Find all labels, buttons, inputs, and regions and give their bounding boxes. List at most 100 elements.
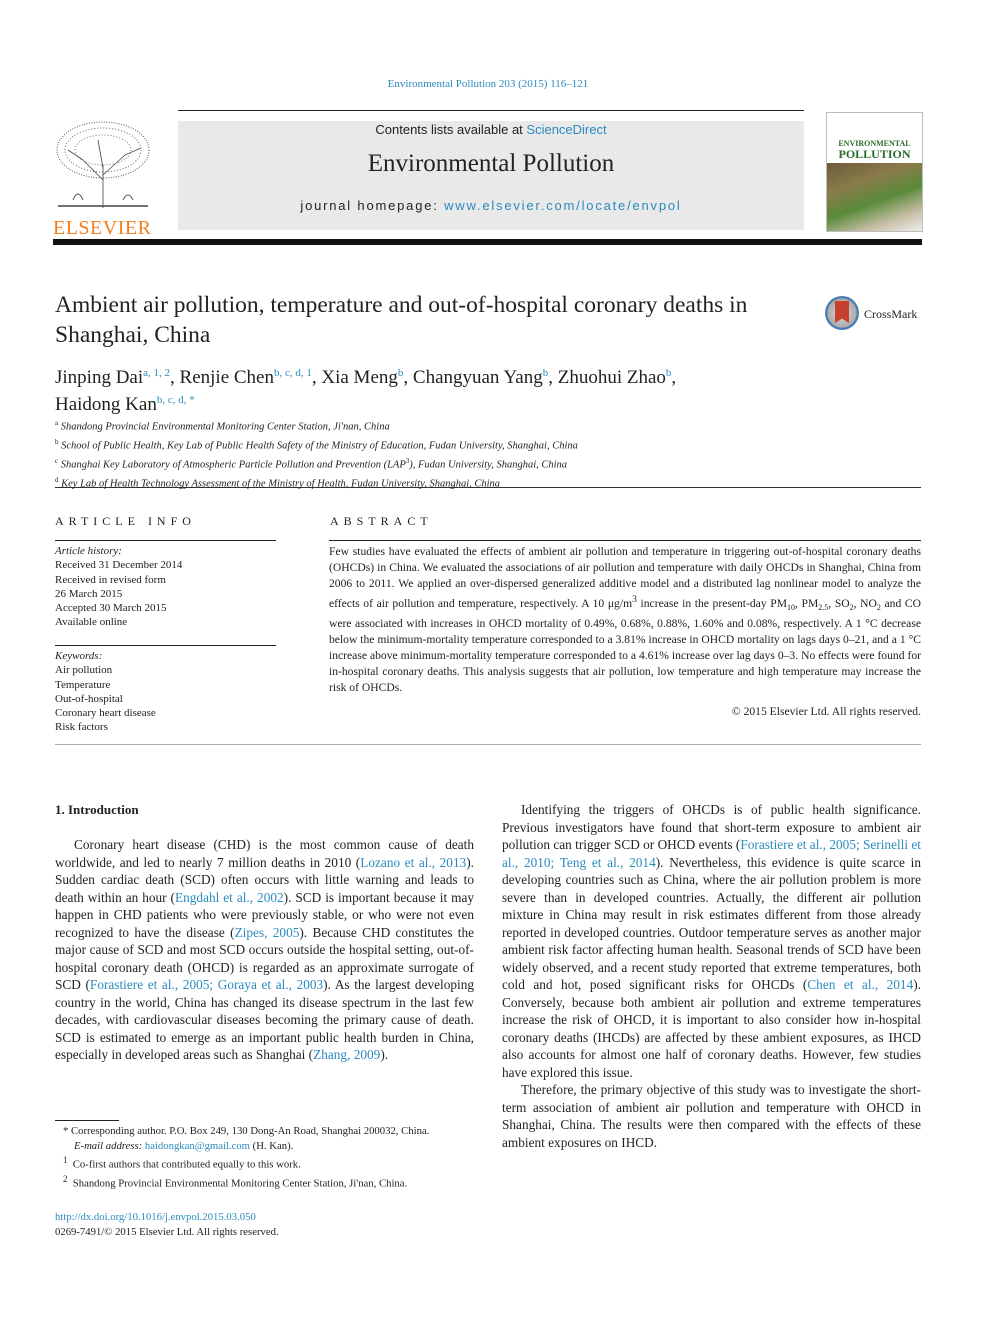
email-suffix: (H. Kan).: [249, 1139, 294, 1152]
citation-link[interactable]: Zipes, 2005: [235, 925, 300, 940]
abstract-copyright: © 2015 Elsevier Ltd. All rights reserved…: [731, 705, 921, 718]
abstract-subscript: 2.5: [818, 603, 829, 613]
abstract-text: Few studies have evaluated the effects o…: [329, 544, 921, 696]
affiliation-text: School of Public Health, Key Lab of Publ…: [61, 440, 578, 452]
abstract-heading: ABSTRACT: [330, 514, 433, 528]
history-item: Received in revised form: [55, 573, 166, 586]
email-label: E-mail address:: [74, 1139, 145, 1152]
abstract-segment: , NO: [853, 596, 877, 610]
author-separator: ,: [403, 367, 413, 388]
footnote-1: 1 Co-first authors that contributed equa…: [55, 1153, 474, 1172]
author-separator: ,: [671, 367, 677, 388]
affiliation-key: a: [55, 419, 59, 427]
author-separator: ,: [548, 367, 558, 388]
abstract-segment: and CO were associated with increases in…: [329, 596, 921, 695]
doi-link[interactable]: http://dx.doi.org/10.1016/j.envpol.2015.…: [55, 1211, 256, 1223]
keyword-item: Out-of-hospital: [55, 692, 123, 705]
footnote-mark: 1: [63, 1155, 68, 1165]
section-rule: [55, 487, 921, 488]
article-title: Ambient air pollution, temperature and o…: [55, 292, 748, 348]
author-list: Jinping Daia, 1, 2, Renjie Chenb, c, d, …: [55, 362, 815, 416]
keyword-item: Coronary heart disease: [55, 707, 156, 720]
footnote-rule: [55, 1120, 119, 1121]
affiliation-key: d: [55, 476, 59, 484]
paragraph: Coronary heart disease (CHD) is the most…: [55, 836, 474, 1064]
crossmark-button[interactable]: CrossMark: [825, 296, 925, 336]
cover-title-line2: POLLUTION: [838, 147, 911, 161]
keywords-label: Keywords:: [55, 650, 103, 662]
journal-title: Environmental Pollution: [367, 150, 615, 177]
sciencedirect-link[interactable]: ScienceDirect: [526, 122, 606, 137]
contents-prefix: Contents lists available at: [375, 122, 527, 137]
elsevier-wordmark: ELSEVIER: [53, 217, 152, 239]
author-name: Jinping Dai: [55, 367, 144, 388]
email-link[interactable]: haidongkan@gmail.com: [145, 1140, 250, 1152]
author-name: Haidong Kan: [55, 394, 157, 415]
body-column-right: Identifying the triggers of OHCDs is of …: [502, 801, 921, 1151]
history-item: Accepted 30 March 2015: [55, 602, 167, 615]
author-separator: ,: [170, 367, 180, 388]
article-info-heading: ARTICLE INFO: [55, 514, 196, 528]
author-name: Zhuohui Zhao: [557, 367, 666, 388]
issn-copyright: 0269-7491/© 2015 Elsevier Ltd. All right…: [55, 1226, 279, 1238]
paragraph-text: ). Nevertheless, this evidence is quite …: [502, 854, 921, 993]
citation-link[interactable]: Zhang, 2009: [313, 1047, 380, 1062]
footnote-email: E-mail address: haidongkan@gmail.com (H.…: [55, 1139, 474, 1154]
journal-reference[interactable]: Environmental Pollution 203 (2015) 116–1…: [0, 78, 976, 90]
abstract-rule: [329, 540, 921, 541]
article-history: Article history: Received 31 December 20…: [55, 544, 276, 630]
section-heading-introduction: 1. Introduction: [55, 802, 139, 817]
elsevier-tree-icon: [53, 120, 153, 210]
keywords-rule: [55, 645, 276, 646]
footnotes: * Corresponding author. P.O. Box 249, 13…: [55, 1124, 474, 1191]
affiliation-item: c Shanghai Key Laboratory of Atmospheric…: [55, 454, 815, 473]
section-rule-bottom: [55, 744, 921, 745]
paragraph: Identifying the triggers of OHCDs is of …: [502, 801, 921, 1081]
crossmark-label: CrossMark: [864, 307, 918, 321]
abstract-subscript: 10: [787, 603, 796, 613]
homepage-prefix: journal homepage:: [300, 198, 445, 213]
affiliation-text: Shandong Provincial Environmental Monito…: [60, 421, 390, 433]
affiliation-item: d Key Lab of Health Technology Assessmen…: [55, 473, 815, 492]
author-separator: ,: [311, 367, 322, 388]
abstract-segment: , SO: [828, 596, 850, 610]
author-name: Changyuan Yang: [412, 367, 543, 388]
history-item: 26 March 2015: [55, 587, 123, 600]
citation-link[interactable]: Chen et al., 2014: [807, 977, 913, 992]
keyword-item: Air pollution: [55, 664, 113, 677]
footnote-corresponding: * Corresponding author. P.O. Box 249, 13…: [63, 1125, 430, 1137]
citation-link[interactable]: Engdahl et al., 2002: [175, 890, 284, 905]
paragraph-text: ). Conversely, because both ambient air …: [502, 977, 921, 1080]
journal-cover-thumbnail[interactable]: ENVIRONMENTAL POLLUTION: [826, 112, 923, 232]
keyword-item: Temperature: [55, 678, 111, 691]
affiliation-text: Shanghai Key Laboratory of Atmospheric P…: [60, 459, 406, 471]
history-item: Received 31 December 2014: [55, 559, 183, 572]
affiliation-item: b School of Public Health, Key Lab of Pu…: [55, 435, 815, 454]
journal-banner: Contents lists available at ScienceDirec…: [178, 121, 804, 230]
affiliation-list: a Shandong Provincial Environmental Moni…: [55, 416, 815, 492]
citation-link[interactable]: Forastiere et al., 2005; Goraya et al., …: [90, 977, 323, 992]
keyword-item: Risk factors: [55, 721, 108, 734]
author-affiliation-link[interactable]: b, c, d, *: [157, 394, 195, 406]
paragraph-text: ).: [380, 1047, 389, 1062]
history-item: Available online: [55, 616, 128, 629]
article-history-label: Article history:: [55, 545, 122, 557]
footnote-2: 2 Shandong Provincial Environmental Moni…: [55, 1172, 474, 1191]
affiliation-key: c: [55, 457, 59, 465]
homepage-line: journal homepage: www.elsevier.com/locat…: [178, 198, 804, 213]
author-affiliation-link[interactable]: a, 1, 2: [143, 367, 170, 379]
keywords: Keywords: Air pollution Temperature Out-…: [55, 649, 276, 735]
author-affiliation-link[interactable]: b, c, d, 1: [274, 367, 312, 379]
footnote-mark: 2: [63, 1174, 68, 1185]
affiliation-text: ), Fudan University, Shanghai, China: [409, 459, 568, 471]
paragraph: Therefore, the primary objective of this…: [502, 1082, 921, 1150]
article-info-rule: [55, 540, 276, 541]
header-thick-rule: [53, 239, 922, 245]
citation-link[interactable]: Lozano et al., 2013: [360, 855, 466, 870]
elsevier-logo[interactable]: ELSEVIER: [53, 120, 157, 239]
header-rule: [178, 110, 804, 111]
abstract-segment: increase in the present-day PM: [636, 596, 788, 610]
homepage-link[interactable]: www.elsevier.com/locate/envpol: [444, 198, 682, 213]
cover-image: [827, 163, 922, 231]
author-name: Renjie Chen: [179, 367, 274, 388]
